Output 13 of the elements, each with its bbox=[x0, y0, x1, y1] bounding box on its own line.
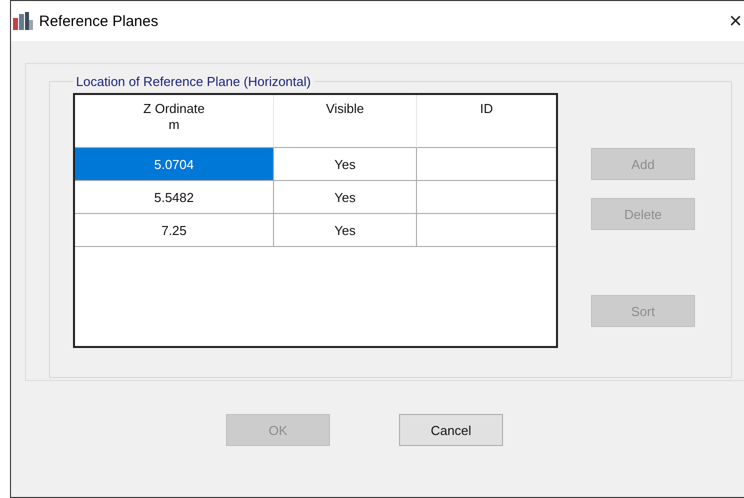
column-header[interactable]: Visible bbox=[274, 95, 417, 148]
table-cell[interactable]: Yes bbox=[274, 214, 417, 247]
window-title: Reference Planes bbox=[39, 12, 160, 30]
group-title: Location of Reference Plane (Horizontal) bbox=[75, 74, 312, 89]
table-cell[interactable]: Yes bbox=[274, 148, 417, 181]
table-cell[interactable]: 5.5482 bbox=[75, 181, 274, 214]
table-cell[interactable]: 7.25 bbox=[75, 214, 274, 247]
table-cell[interactable]: Yes bbox=[274, 181, 417, 214]
dialog-button[interactable]: Cancel bbox=[399, 414, 503, 446]
app-icon bbox=[13, 12, 33, 30]
column-header[interactable]: ID bbox=[417, 95, 556, 148]
close-button[interactable]: × bbox=[727, 10, 744, 32]
table-cell[interactable]: 5.0704 bbox=[75, 148, 274, 181]
